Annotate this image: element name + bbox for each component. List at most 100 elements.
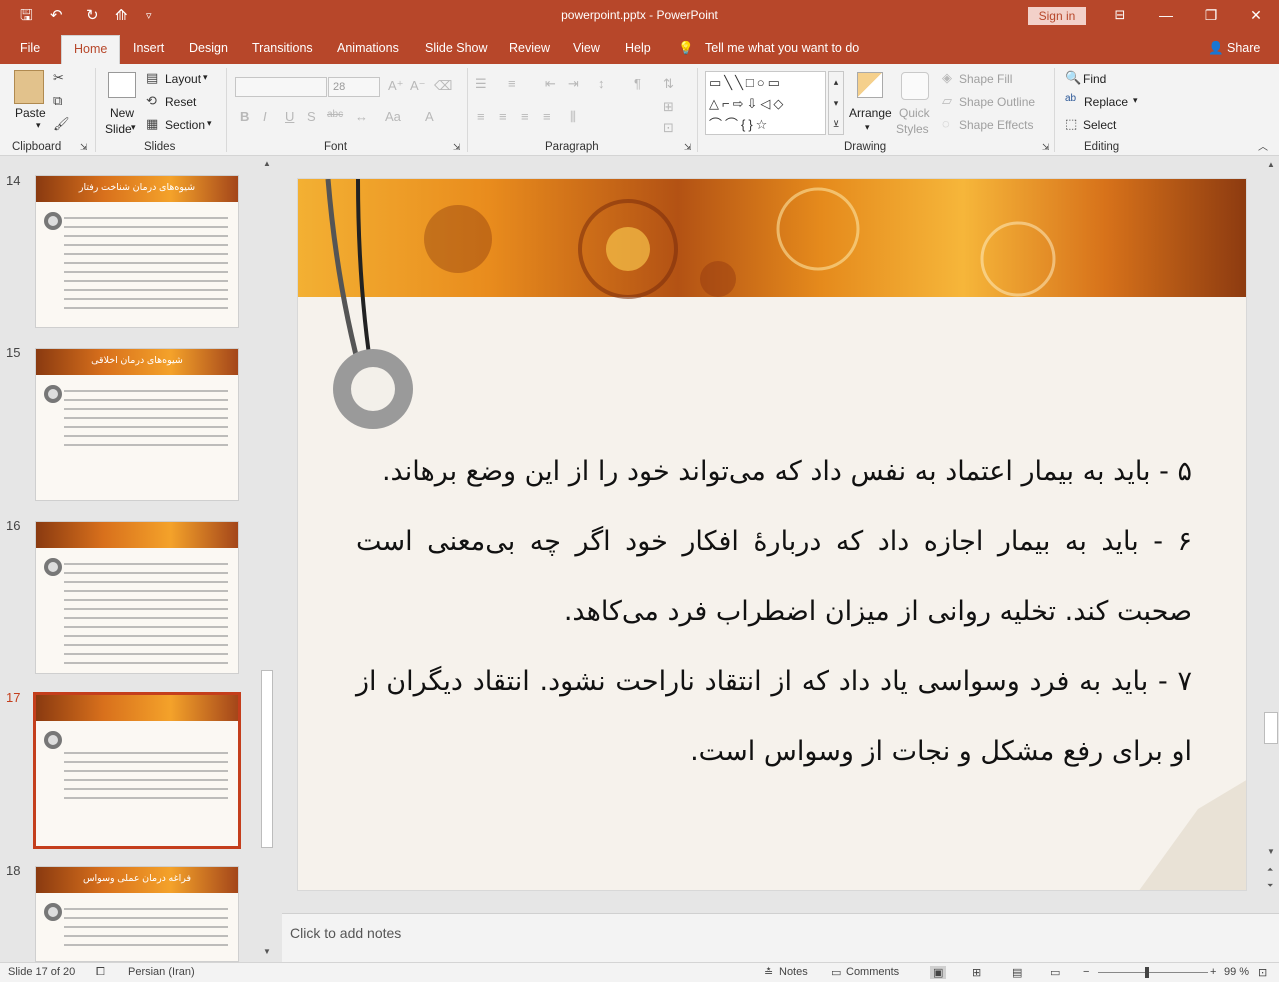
shape-effects-icon[interactable]: ◌ (942, 116, 950, 131)
reset-icon[interactable]: ⟲ (146, 93, 157, 109)
tab-insert[interactable]: Insert (133, 41, 164, 55)
columns-icon[interactable]: ⫼ (570, 109, 576, 125)
language-indicator[interactable]: Persian (Iran) (128, 966, 195, 978)
paste-icon[interactable] (14, 70, 44, 104)
shapes-gallery-more-icon[interactable]: ▴ ▾ ⊻ (828, 71, 844, 135)
character-spacing-icon[interactable]: ↔ (355, 109, 368, 124)
increase-font-icon[interactable]: A⁺ (388, 78, 404, 94)
replace-button[interactable]: Replace (1084, 95, 1128, 109)
zoom-level[interactable]: 99 % (1224, 966, 1249, 978)
zoom-slider-handle[interactable] (1145, 967, 1149, 978)
layout-icon[interactable]: ▤ (146, 70, 158, 86)
align-text-icon[interactable]: ⊞ (663, 99, 674, 115)
collapse-ribbon-icon[interactable]: ︿ (1258, 138, 1268, 153)
new-slide-button-label[interactable]: Slide (105, 122, 132, 136)
close-icon[interactable]: ✕ (1241, 4, 1271, 26)
align-right-icon[interactable]: ≡ (521, 109, 529, 124)
tab-file[interactable]: File (20, 41, 40, 55)
italic-icon[interactable]: I (263, 109, 267, 124)
replace-dropdown-icon[interactable]: ▾ (1133, 95, 1138, 106)
arrange-dropdown-icon[interactable]: ▾ (865, 122, 870, 133)
tab-review[interactable]: Review (509, 41, 550, 55)
slide-thumbnail-18[interactable]: فراغه درمان عملی وسواس (35, 866, 239, 962)
paragraph-launcher-icon[interactable]: ⇲ (684, 142, 692, 153)
format-painter-icon[interactable]: 🖌 (53, 116, 70, 132)
sign-in-button[interactable]: Sign in (1028, 7, 1086, 25)
font-launcher-icon[interactable]: ⇲ (453, 142, 461, 153)
font-size-combo[interactable]: 28 (328, 77, 380, 97)
clipboard-launcher-icon[interactable]: ⇲ (80, 142, 88, 153)
scroll-down-icon[interactable]: ▼ (263, 947, 271, 956)
smartart-icon[interactable]: ⊡ (663, 120, 674, 136)
layout-dropdown-icon[interactable]: ▾ (203, 72, 208, 83)
new-slide-button[interactable]: New (110, 106, 134, 120)
select-button[interactable]: Select (1083, 118, 1116, 132)
paste-button[interactable]: Paste (15, 106, 46, 120)
font-name-combo[interactable] (235, 77, 327, 97)
share-button[interactable]: Share (1227, 41, 1260, 55)
zoom-out-button[interactable]: − (1083, 966, 1089, 978)
slide-thumbnail-16[interactable] (35, 521, 239, 674)
notes-icon[interactable]: ≛ (764, 966, 773, 979)
zoom-slider-track[interactable] (1098, 972, 1208, 973)
scroll-up-icon[interactable]: ▲ (1267, 160, 1275, 169)
clear-formatting-icon[interactable]: ⌫ (434, 78, 452, 94)
slide-sorter-icon[interactable]: ⊞ (972, 966, 981, 979)
tab-home[interactable]: Home (61, 35, 121, 64)
slideshow-view-icon[interactable]: ▭ (1050, 966, 1060, 979)
line-spacing-icon[interactable]: ↕ (598, 76, 605, 91)
rtl-icon[interactable]: ¶ (634, 76, 641, 91)
font-color-icon[interactable]: A (425, 109, 434, 124)
slide-scroll-thumb[interactable] (1264, 712, 1278, 744)
shape-fill-button[interactable]: Shape Fill (959, 72, 1012, 86)
increase-indent-icon[interactable]: ⇥ (568, 76, 579, 92)
change-case-icon[interactable]: Aa (385, 109, 401, 124)
select-icon[interactable]: ⬚ (1065, 116, 1077, 132)
slide-vertical-scrollbar[interactable]: ▲ ▼ ⏶ ⏷ (1263, 157, 1279, 913)
section-dropdown-icon[interactable]: ▾ (207, 118, 212, 129)
numbering-icon[interactable]: ≡ (508, 76, 516, 91)
reset-button[interactable]: Reset (165, 95, 196, 109)
tell-me-search[interactable]: Tell me what you want to do (705, 41, 859, 55)
replace-icon[interactable]: ab (1065, 93, 1076, 104)
new-slide-icon[interactable] (108, 72, 136, 98)
ribbon-display-options-icon[interactable]: ⊟ (1105, 4, 1135, 26)
justify-icon[interactable]: ≡ (543, 109, 551, 124)
slide-thumbnail-15[interactable]: شیوه‌های درمان اخلاقی (35, 348, 239, 501)
cut-icon[interactable]: ✂ (53, 70, 64, 86)
drawing-launcher-icon[interactable]: ⇲ (1042, 142, 1050, 153)
bullets-icon[interactable]: ☰ (475, 76, 487, 92)
quick-styles-icon[interactable] (901, 72, 929, 100)
tab-help[interactable]: Help (625, 41, 651, 55)
shapes-gallery[interactable]: ▭╲╲□○▭ △⌐⇨⇩◁◇ ⌒⌒{}☆ (705, 71, 826, 135)
tab-view[interactable]: View (573, 41, 600, 55)
current-slide[interactable]: ۵ - باید به بیمار اعتماد به نفس داد که م… (297, 178, 1247, 891)
scroll-up-icon[interactable]: ▲ (263, 159, 271, 168)
previous-slide-icon[interactable]: ⏶ (1267, 865, 1273, 875)
align-center-icon[interactable]: ≡ (499, 109, 507, 124)
normal-view-icon[interactable]: ▣ (930, 966, 947, 979)
arrange-button[interactable]: Arrange (849, 106, 892, 120)
paste-dropdown-icon[interactable]: ▾ (36, 120, 41, 131)
slide-thumbnail-17[interactable] (33, 692, 241, 849)
layout-button[interactable]: Layout (165, 72, 201, 86)
find-button[interactable]: Find (1083, 72, 1106, 86)
strikethrough-icon[interactable]: abc (327, 109, 343, 120)
comments-button[interactable]: Comments (846, 966, 899, 978)
reading-view-icon[interactable]: ▤ (1012, 966, 1022, 979)
decrease-indent-icon[interactable]: ⇤ (545, 76, 556, 92)
share-icon[interactable]: 👤 (1208, 41, 1224, 56)
shape-fill-icon[interactable]: ◈ (942, 70, 952, 86)
decrease-font-icon[interactable]: A⁻ (410, 78, 426, 94)
arrange-icon[interactable] (857, 72, 883, 98)
thumbnail-scroll-thumb[interactable] (261, 670, 273, 848)
tab-slide-show[interactable]: Slide Show (425, 41, 488, 55)
next-slide-icon[interactable]: ⏷ (1267, 881, 1273, 891)
find-icon[interactable]: 🔍 (1065, 70, 1081, 86)
scroll-down-icon[interactable]: ▼ (1267, 847, 1275, 856)
notes-pane[interactable]: Click to add notes (282, 913, 1279, 962)
align-left-icon[interactable]: ≡ (477, 109, 485, 124)
tab-transitions[interactable]: Transitions (252, 41, 313, 55)
tab-animations[interactable]: Animations (337, 41, 399, 55)
restore-icon[interactable]: ❐ (1196, 4, 1226, 26)
